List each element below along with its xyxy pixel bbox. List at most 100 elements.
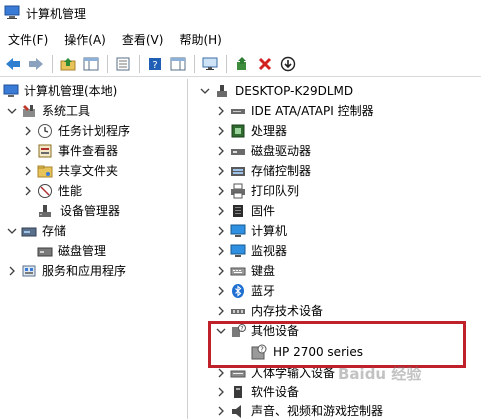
chevron-right-icon[interactable] [215,305,227,317]
device-category-label: 内存技术设备 [251,304,324,318]
action-pane-icon[interactable] [167,53,189,75]
help-icon[interactable]: ? [144,53,166,75]
computer-management-icon [2,83,20,99]
tree-item-services-apps[interactable]: 服务和应用程序 [6,261,126,281]
tree-item-label: 任务计划程序 [58,124,131,138]
tree-item-label: 事件查看器 [58,144,119,158]
chevron-right-icon[interactable] [22,165,34,177]
tree-item-shared-folders[interactable]: 共享文件夹 [22,161,118,181]
tools-icon [20,103,38,119]
chevron-down-icon[interactable] [6,225,18,237]
device-category-label: 软件设备 [251,385,300,399]
window-title: 计算机管理 [26,7,87,21]
tree-item-disk-management[interactable]: 磁盘管理 [36,241,106,261]
device-category-sound[interactable]: 声音、视频和游戏控制器 [215,401,383,419]
tree-item-device-manager[interactable]: 设备管理器 [36,201,122,221]
chevron-right-icon[interactable] [215,185,227,197]
chevron-right-icon[interactable] [215,386,227,398]
device-category-label: 处理器 [251,124,288,138]
storage-icon [20,223,38,239]
chevron-right-icon[interactable] [215,367,227,379]
watermark-text: Baidu 经验 [338,365,422,383]
disk-management-icon [36,243,54,259]
chevron-right-icon[interactable] [215,225,227,237]
printer-icon [229,183,247,199]
uninstall-icon[interactable] [254,53,276,75]
device-category-label: IDE ATA/ATAPI 控制器 [251,104,374,118]
device-category-label: 存储控制器 [251,164,312,178]
device-category-label: 固件 [251,204,276,218]
tree-item-performance[interactable]: 性能 [22,181,82,201]
download-icon[interactable] [277,53,299,75]
back-icon[interactable] [2,53,24,75]
device-category-computer[interactable]: 计算机 [215,221,287,241]
properties-icon[interactable] [112,53,134,75]
toolbar-separator [194,55,195,73]
forward-icon[interactable] [25,53,47,75]
chevron-right-icon[interactable] [215,265,227,277]
processor-icon [229,123,247,139]
chevron-down-icon[interactable] [199,85,211,97]
tree-item-label: 存储 [42,224,67,238]
tree-item-label: 性能 [58,184,83,198]
menu-help[interactable]: 帮助(H) [171,29,229,51]
chevron-down-icon[interactable] [6,105,18,117]
update-driver-icon[interactable] [231,53,253,75]
menu-bar: 文件(F) 操作(A) 查看(V) 帮助(H) [0,29,481,51]
chevron-right-icon[interactable] [215,125,227,137]
device-category-monitors[interactable]: 监视器 [215,241,287,261]
up-folder-icon[interactable] [57,53,79,75]
monitor-icon[interactable] [199,53,221,75]
device-category-software-devices[interactable]: 软件设备 [215,382,299,402]
device-manager-icon [36,203,54,219]
device-category-print-queues[interactable]: 打印队列 [215,181,299,201]
toolbar-separator [139,55,140,73]
chevron-right-icon[interactable] [22,185,34,197]
tree-item-system-tools[interactable]: 系统工具 [6,101,90,121]
chevron-right-icon[interactable] [215,205,227,217]
device-category-firmware[interactable]: 固件 [215,201,275,221]
device-category-label: 打印队列 [251,184,300,198]
menu-action[interactable]: 操作(A) [56,29,114,51]
annotation-highlight-box [208,321,466,368]
title-bar: 计算机管理 [0,0,481,28]
bluetooth-icon [229,283,247,299]
tree-item-label: 设备管理器 [60,204,121,218]
tree-item-task-scheduler[interactable]: 任务计划程序 [22,121,130,141]
tree-item-root[interactable]: 计算机管理(本地) [2,81,117,101]
menu-view[interactable]: 查看(V) [114,29,172,51]
firmware-icon [229,203,247,219]
device-category-bluetooth[interactable]: 蓝牙 [215,281,275,301]
tree-item-storage[interactable]: 存储 [6,221,66,241]
device-category-memory-tech[interactable]: 内存技术设备 [215,301,323,321]
device-tree-root[interactable]: DESKTOP-K29DLMD [199,81,353,101]
tree-item-event-viewer[interactable]: 事件查看器 [22,141,118,161]
chevron-right-icon[interactable] [22,125,34,137]
computer-icon [213,83,231,99]
chevron-right-icon[interactable] [215,105,227,117]
device-category-storage-controllers[interactable]: 存储控制器 [215,161,311,181]
computer-management-icon [4,4,20,20]
chevron-right-icon[interactable] [6,265,18,277]
monitor-icon [229,243,247,259]
computer-name: DESKTOP-K29DLMD [235,84,354,98]
chevron-right-icon[interactable] [215,245,227,257]
chevron-right-icon[interactable] [215,165,227,177]
device-category-processor[interactable]: 处理器 [215,121,287,141]
device-category-label: 键盘 [251,264,276,278]
storage-controller-icon [229,163,247,179]
tree-item-label: 共享文件夹 [58,164,119,178]
device-category-label: 蓝牙 [251,284,276,298]
device-category-ide[interactable]: IDE ATA/ATAPI 控制器 [215,101,374,121]
show-hide-tree-icon[interactable] [80,53,102,75]
chevron-right-icon[interactable] [215,145,227,157]
menu-file[interactable]: 文件(F) [0,29,56,51]
device-category-disk-drives[interactable]: 磁盘驱动器 [215,141,311,161]
chevron-right-icon[interactable] [215,405,227,417]
device-category-label: 声音、视频和游戏控制器 [251,404,384,418]
chevron-right-icon[interactable] [22,145,34,157]
device-category-keyboards[interactable]: 键盘 [215,261,275,281]
software-device-icon [229,384,247,400]
chevron-right-icon[interactable] [215,285,227,297]
toolbar-separator [226,55,227,73]
